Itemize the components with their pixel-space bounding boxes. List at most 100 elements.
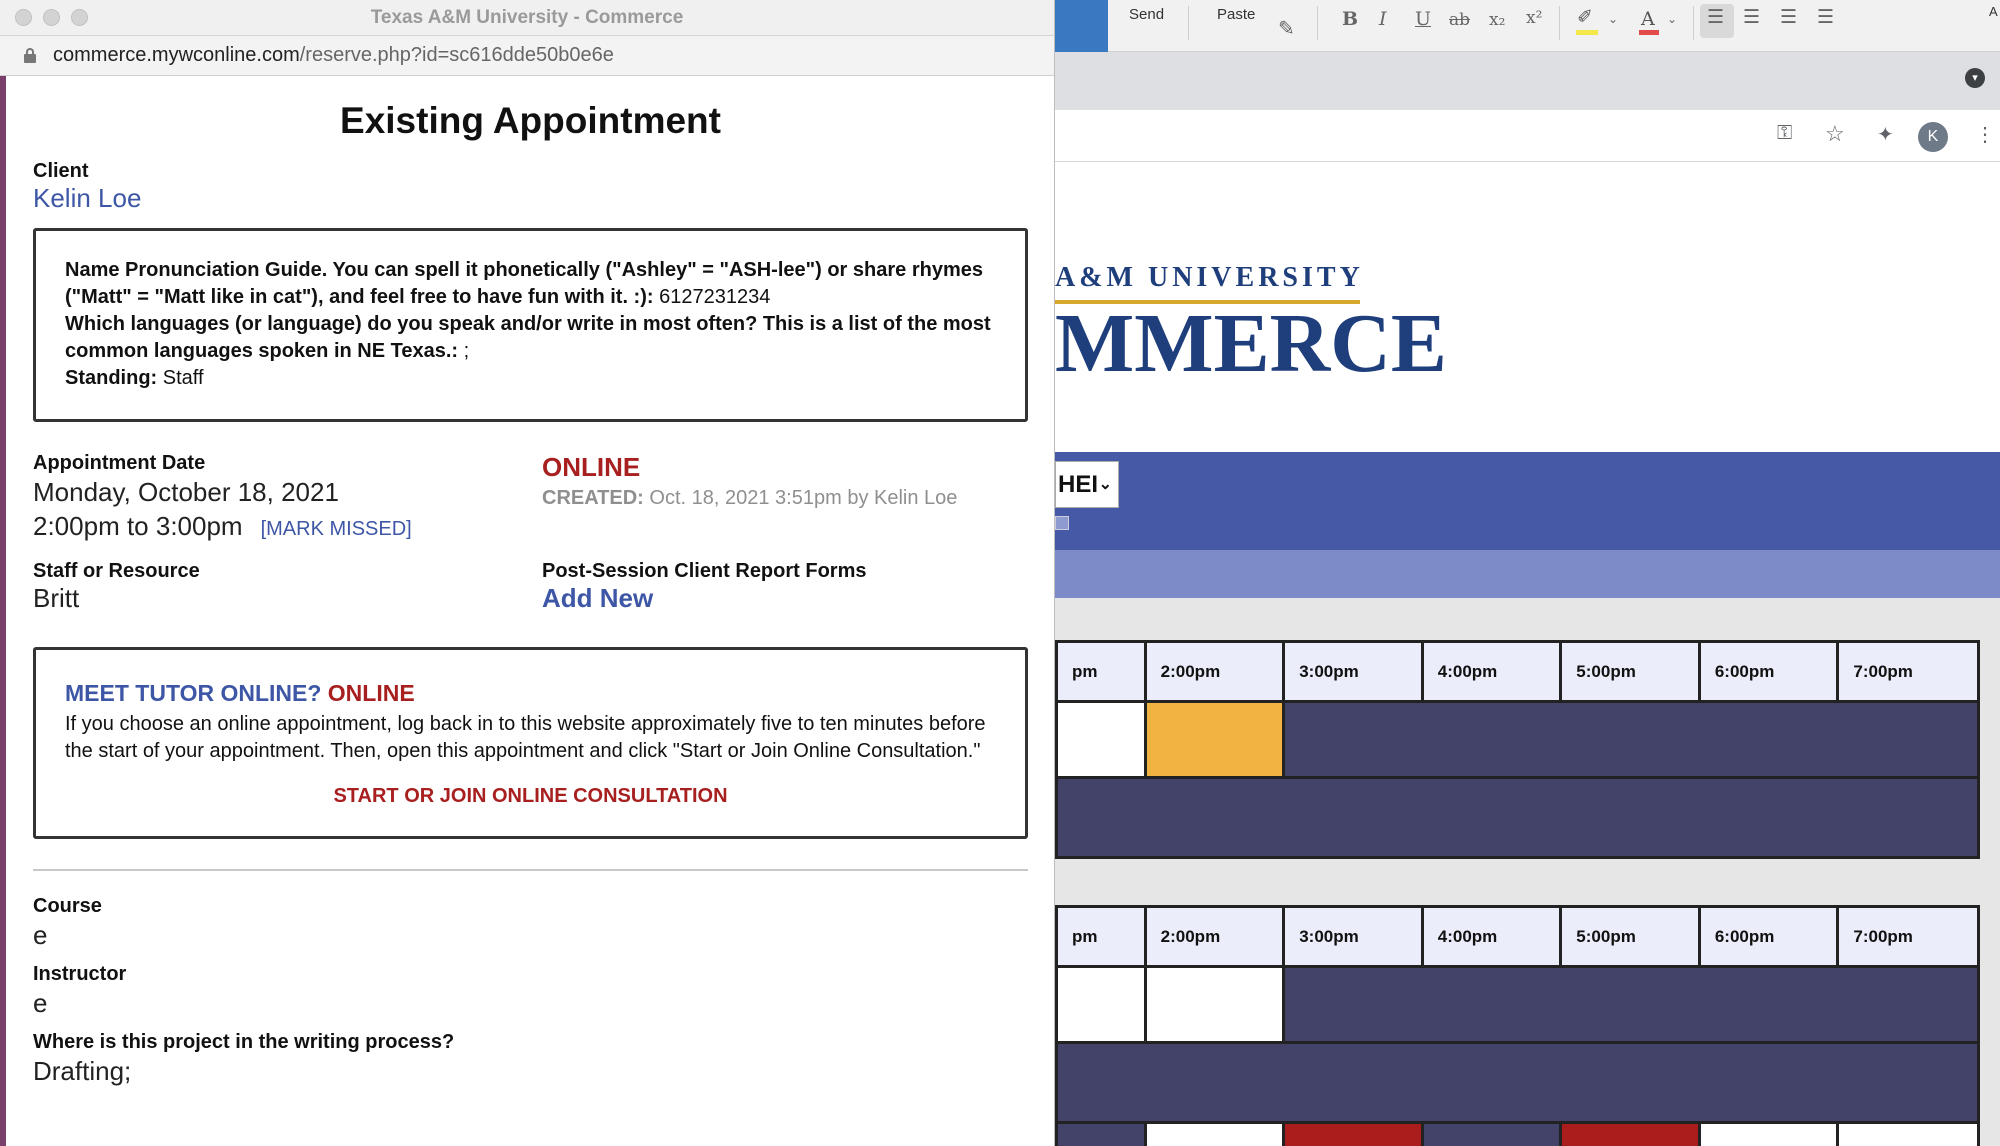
course-field: Course e [33, 895, 1028, 951]
pronunciation-line: Name Pronunciation Guide. You can spell … [65, 257, 996, 311]
align-left-icon: ☰ [1707, 6, 1725, 28]
standing-label: Standing: [65, 367, 158, 389]
course-label: Course [33, 895, 102, 917]
mark-missed-link[interactable]: [MARK MISSED] [261, 518, 412, 540]
client-section: Client Kelin Loe [33, 160, 1028, 214]
schedule-table: pm 2:00pm 3:00pm 4:00pm 5:00pm 6:00pm 7:… [1055, 640, 1980, 859]
paste-button[interactable]: Paste [1217, 6, 1255, 23]
time-header: 7:00pm [1836, 905, 1980, 968]
appointment-popup-window: Texas A&M University - Commerce commerce… [0, 0, 1055, 1146]
course-value: e [33, 920, 48, 950]
align-right-icon[interactable]: ☰ [1780, 6, 1797, 28]
chevron-down-icon[interactable]: ⌄ [1667, 12, 1677, 26]
justify-icon[interactable]: ☰ [1817, 6, 1834, 28]
schedule-cell-open[interactable] [1055, 700, 1147, 779]
language-answer: ; [463, 340, 470, 362]
time-header: 6:00pm [1697, 905, 1840, 968]
time-header: pm [1055, 640, 1147, 703]
underline-button[interactable]: U [1415, 8, 1431, 30]
instructor-label: Instructor [33, 963, 127, 985]
schedule-cell-unavailable [1055, 1121, 1147, 1146]
send-button[interactable]: Send [1129, 6, 1164, 23]
writing-process-label: Where is this project in the writing pro… [33, 1031, 455, 1053]
instructor-value: e [33, 988, 48, 1018]
instructor-field: Instructor e [33, 963, 1028, 1019]
add-new-report-link[interactable]: Add New [542, 583, 1022, 614]
italic-button[interactable]: I [1379, 8, 1387, 30]
language-line: Which languages (or language) do you spe… [65, 311, 996, 365]
schedule-cell-own-appointment[interactable] [1143, 700, 1286, 779]
appointment-date: Monday, October 18, 2021 [33, 477, 339, 507]
time-header: 3:00pm [1282, 640, 1424, 703]
schedule-cell-unavailable [1055, 1041, 1980, 1124]
bookmark-star-icon[interactable]: ☆ [1825, 121, 1845, 147]
chevron-down-icon[interactable]: ⌄ [1608, 12, 1618, 26]
university-logo-main: MMERCE [1055, 297, 1447, 390]
highlight-icon[interactable]: ✐ [1577, 6, 1593, 28]
meet-online-box: MEET TUTOR ONLINE? ONLINE If you choose … [33, 647, 1028, 839]
writing-process-field: Where is this project in the writing pro… [33, 1031, 1028, 1087]
toolbar-cutoff-label: A [1989, 4, 1998, 19]
schedule-cell-unavailable [1055, 776, 1980, 859]
page-title: Existing Appointment [340, 100, 721, 141]
appointment-date-label: Appointment Date [33, 452, 206, 474]
schedule-header-band [1055, 452, 2000, 550]
schedule-cell-open[interactable] [1836, 1121, 1980, 1146]
avatar[interactable]: K [1918, 122, 1948, 152]
url-bar[interactable]: commerce.mywconline.com/reserve.php?id=s… [0, 36, 1054, 76]
time-header: 2:00pm [1143, 905, 1286, 968]
appointment-time: 2:00pm to 3:00pm [33, 511, 243, 541]
extensions-icon[interactable]: ✦ [1877, 122, 1894, 147]
meet-online-question: MEET TUTOR ONLINE? [65, 680, 322, 706]
section-divider [33, 869, 1028, 871]
pronunciation-answer: 6127231234 [659, 286, 771, 308]
schedule-cell-open[interactable] [1143, 1121, 1286, 1146]
time-header: 5:00pm [1559, 905, 1701, 968]
toolbar-divider [1693, 6, 1694, 40]
tab-search-icon[interactable]: ▾ [1965, 68, 1985, 88]
schedule-row [1055, 1121, 1980, 1146]
toolbar-divider [1317, 6, 1318, 40]
created-line: CREATED: Oct. 18, 2021 3:51pm by Kelin L… [542, 487, 1022, 510]
appointment-mode-block: ONLINE CREATED: Oct. 18, 2021 3:51pm by … [542, 452, 1022, 510]
time-header: 2:00pm [1143, 640, 1286, 703]
schedule-cell-booked[interactable] [1282, 1121, 1424, 1146]
strikethrough-button[interactable]: ab [1449, 10, 1470, 30]
url-path: /reserve.php?id=sc616dde50b0e6e [299, 44, 614, 66]
schedule-row [1055, 700, 1980, 779]
font-color-button[interactable]: A [1641, 8, 1655, 30]
appointment-details: Appointment Date Monday, October 18, 202… [33, 452, 1028, 647]
schedule-cell-open[interactable] [1697, 1121, 1840, 1146]
schedule-header-row: pm 2:00pm 3:00pm 4:00pm 5:00pm 6:00pm 7:… [1055, 640, 1980, 703]
staff-value: Britt [33, 583, 80, 613]
key-icon[interactable]: ⚿ [1777, 122, 1792, 145]
more-menu-icon[interactable]: ⋮ [1975, 122, 1995, 147]
schedule-cell-open[interactable] [1055, 965, 1147, 1044]
time-header: pm [1055, 905, 1147, 968]
url-host: commerce.mywconline.com [53, 44, 300, 66]
created-value: Oct. 18, 2021 3:51pm by Kelin Loe [649, 487, 958, 509]
calendar-icon[interactable] [1055, 516, 1069, 530]
time-header: 4:00pm [1420, 905, 1563, 968]
time-header: 5:00pm [1559, 640, 1701, 703]
schedule-cell-unavailable [1282, 965, 1980, 1044]
client-name-link[interactable]: Kelin Loe [33, 183, 1028, 214]
schedule-cell-booked[interactable] [1559, 1121, 1701, 1146]
client-info-box: Name Pronunciation Guide. You can spell … [33, 228, 1028, 422]
schedule-subheader-band [1055, 550, 2000, 598]
meet-online-value: ONLINE [327, 680, 415, 706]
subscript-button[interactable]: x₂ [1489, 10, 1505, 30]
start-online-consultation-link[interactable]: START OR JOIN ONLINE CONSULTATION [65, 785, 996, 808]
schedule-row [1055, 965, 1980, 1044]
appointment-mode: ONLINE [542, 452, 641, 482]
align-center-icon[interactable]: ☰ [1743, 6, 1760, 28]
created-label: CREATED: [542, 487, 644, 509]
superscript-button[interactable]: x² [1526, 8, 1542, 28]
format-painter-icon[interactable]: ✎ [1278, 16, 1295, 40]
window-title: Texas A&M University - Commerce [370, 7, 684, 28]
url-text: commerce.mywconline.com/reserve.php?id=s… [53, 44, 614, 67]
bold-button[interactable]: B [1342, 8, 1358, 30]
writing-process-value: Drafting; [33, 1056, 132, 1086]
schedule-cell-open[interactable] [1143, 965, 1286, 1044]
schedule-select[interactable]: HEI ⌄ [1055, 461, 1119, 508]
